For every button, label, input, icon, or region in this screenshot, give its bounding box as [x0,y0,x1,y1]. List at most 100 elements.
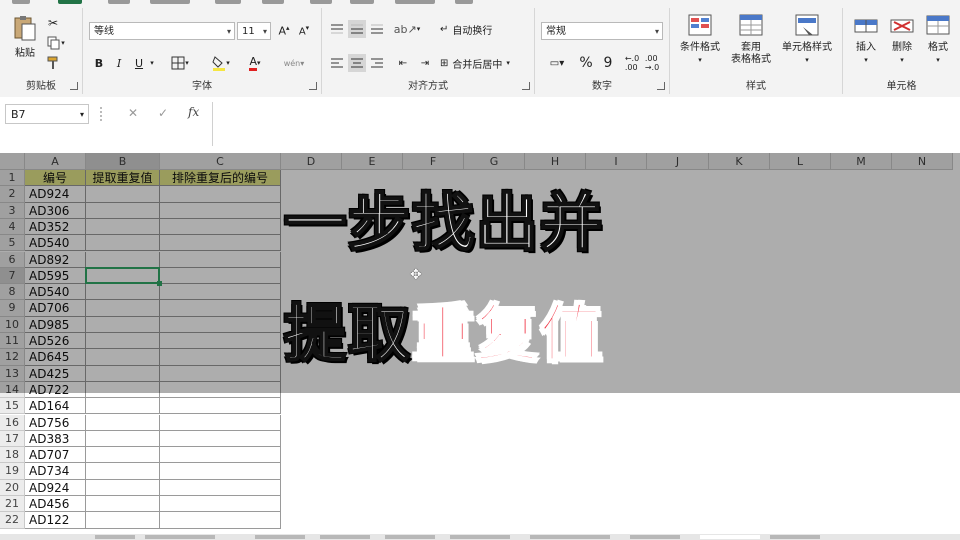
align-top-button[interactable] [328,20,346,38]
code-cell[interactable]: AD734 [25,463,86,480]
underline-button[interactable]: U [131,54,147,72]
conditional-format-button[interactable]: 条件格式 ▾ [674,14,726,66]
decrease-indent-button[interactable]: ⇤ [394,54,412,72]
font-size-combo[interactable]: 11 ▾ [237,22,271,40]
tab-file[interactable] [12,0,30,4]
empty-cell[interactable] [86,496,160,513]
paste-button[interactable]: 粘贴 [8,14,42,60]
merge-center-button[interactable]: ⊞ 合并后居中 ▾ [440,54,530,72]
row-header-18[interactable]: 18 [0,447,25,464]
font-name-combo[interactable]: 等线 ▾ [89,22,235,40]
row-header-16[interactable]: 16 [0,414,25,431]
sheet-tab-active[interactable] [700,535,760,539]
code-cell[interactable]: AD707 [25,447,86,464]
tab-home[interactable] [58,0,82,4]
tab-help[interactable] [455,0,473,4]
italic-button[interactable]: I [111,54,127,72]
code-cell[interactable]: AD122 [25,512,86,529]
sheet-tab[interactable] [530,535,610,539]
percent-button[interactable]: % [577,54,595,72]
font-launcher[interactable] [309,82,317,90]
row-header-21[interactable]: 21 [0,496,25,513]
bold-button[interactable]: B [91,54,107,72]
align-center-button[interactable] [348,54,366,72]
empty-cell[interactable] [86,447,160,464]
empty-cell[interactable] [86,430,160,448]
row-header-15[interactable]: 15 [0,398,25,415]
row-header-19[interactable]: 19 [0,463,25,480]
empty-cell[interactable] [86,512,160,529]
empty-cell[interactable] [160,512,281,529]
empty-cell[interactable] [160,463,281,480]
fill-color-button[interactable]: ▾ [207,54,235,72]
accounting-format-button[interactable]: ▭▾ [543,54,571,72]
increase-decimal-button[interactable]: ←.0.00 [623,54,641,72]
alignment-launcher[interactable] [522,82,530,90]
sheet-tab[interactable] [320,535,370,539]
tab-view[interactable] [350,0,374,4]
cancel-icon[interactable]: ✕ [128,106,138,120]
phonetic-button[interactable]: wén▾ [281,54,307,72]
borders-button[interactable]: ▾ [167,54,193,72]
code-cell[interactable]: AD456 [25,496,86,513]
sheet-tab[interactable] [630,535,680,539]
sheet-tab[interactable] [255,535,305,539]
decrease-decimal-button[interactable]: .00 →.0 [643,54,661,72]
empty-cell[interactable] [160,414,281,431]
align-right-button[interactable] [368,54,386,72]
wrap-text-button[interactable]: ↵ 自动换行 [440,20,530,38]
tab-data[interactable] [262,0,284,4]
enter-icon[interactable]: ✓ [158,106,168,120]
increase-font-button[interactable]: A▴ [275,22,293,40]
tab-developer[interactable] [395,0,435,4]
empty-cell[interactable] [160,398,281,415]
clipboard-launcher[interactable] [70,82,78,90]
sheet-tab[interactable] [385,535,435,539]
font-color-button[interactable]: A ▾ [241,54,269,72]
fill-handle[interactable] [157,281,162,287]
tab-page-layout[interactable] [150,0,190,4]
code-cell[interactable]: AD924 [25,479,86,496]
empty-cell[interactable] [86,414,160,431]
tab-formulas[interactable] [215,0,241,4]
format-button[interactable]: 格式 ▾ [921,14,955,66]
number-launcher[interactable] [657,82,665,90]
name-box[interactable]: B7 ▾ [5,104,89,124]
formula-input[interactable] [212,102,960,146]
align-bottom-button[interactable] [368,20,386,38]
underline-dropdown[interactable]: ▾ [147,54,157,72]
increase-indent-button[interactable]: ⇥ [416,54,434,72]
empty-cell[interactable] [160,496,281,513]
empty-cell[interactable] [86,398,160,415]
empty-cell[interactable] [160,430,281,448]
comma-button[interactable]: 9 [599,54,617,72]
tab-insert[interactable] [108,0,130,4]
code-cell[interactable]: AD164 [25,398,86,415]
code-cell[interactable]: AD383 [25,430,86,448]
format-as-table-button[interactable]: 套用 表格格式 [726,14,776,66]
empty-cell[interactable] [160,479,281,496]
insert-button[interactable]: 插入 ▾ [849,14,883,66]
cut-button[interactable]: ✂ [46,16,60,30]
sheet-tab[interactable] [95,535,135,539]
empty-cell[interactable] [86,463,160,480]
code-cell[interactable]: AD756 [25,414,86,431]
row-header-22[interactable]: 22 [0,512,25,529]
delete-button[interactable]: 删除 ▾ [885,14,919,66]
orientation-button[interactable]: ab↗ ▾ [394,20,420,38]
cell-styles-button[interactable]: 单元格样式 ▾ [776,14,838,66]
insert-function-icon[interactable]: fx [188,105,199,119]
row-header-17[interactable]: 17 [0,430,25,448]
row-header-20[interactable]: 20 [0,479,25,496]
decrease-font-button[interactable]: A▾ [295,22,313,40]
number-format-combo[interactable]: 常规 ▾ [541,22,663,40]
sheet-tab[interactable] [450,535,510,539]
format-painter-button[interactable] [46,56,60,70]
align-left-button[interactable] [328,54,346,72]
sheet-tab[interactable] [770,535,820,539]
sheet-tab[interactable] [145,535,215,539]
empty-cell[interactable] [86,479,160,496]
align-middle-button[interactable] [348,20,366,38]
tab-review[interactable] [310,0,332,4]
empty-cell[interactable] [160,447,281,464]
